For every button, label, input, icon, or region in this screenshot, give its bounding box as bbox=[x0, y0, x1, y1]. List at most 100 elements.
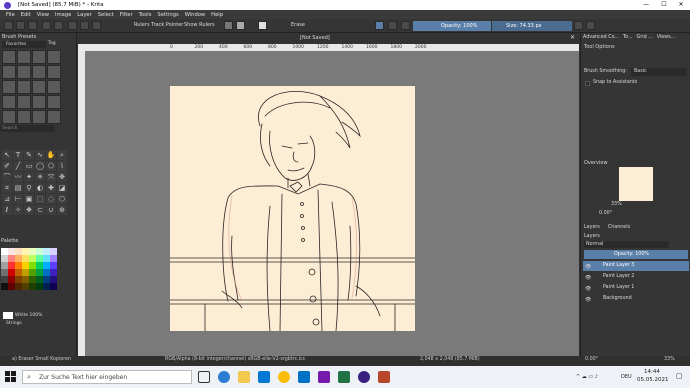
size-slider[interactable]: Size: 74.33 px bbox=[492, 21, 572, 31]
fill-tool-icon[interactable]: ◪ bbox=[57, 183, 67, 193]
open-document-icon[interactable] bbox=[16, 21, 25, 30]
pattern-swatch-icon[interactable] bbox=[236, 21, 245, 30]
freehand-path-icon[interactable]: 〰 bbox=[13, 172, 23, 182]
rect-select-icon[interactable]: ⬚ bbox=[35, 194, 45, 204]
layer-blend-mode-select[interactable]: Normal bbox=[584, 241, 669, 248]
menu-edit[interactable]: Edit bbox=[21, 12, 31, 18]
polyline-tool-icon[interactable]: ⌇ bbox=[57, 161, 67, 171]
status-rotation[interactable]: 0.00° bbox=[585, 357, 598, 362]
reference-images-icon[interactable]: ▣ bbox=[24, 194, 34, 204]
ellipse-select-icon[interactable]: ◌ bbox=[46, 194, 56, 204]
brush-preset-item[interactable] bbox=[17, 95, 31, 109]
close-button[interactable]: ✕ bbox=[673, 0, 689, 10]
palette-swatch[interactable] bbox=[43, 248, 50, 255]
overview-thumbnail[interactable] bbox=[619, 167, 653, 201]
menu-help[interactable]: Help bbox=[211, 12, 223, 18]
multibrush-icon[interactable]: ✳ bbox=[35, 172, 45, 182]
polygon-tool-icon[interactable]: ⬠ bbox=[46, 161, 56, 171]
palette-swatch[interactable] bbox=[15, 276, 22, 283]
language-indicator[interactable]: DEU bbox=[621, 374, 632, 380]
similar-select-icon[interactable]: ❖ bbox=[24, 205, 34, 215]
tag-button[interactable]: Tag bbox=[48, 41, 56, 46]
palette-swatch[interactable] bbox=[15, 255, 22, 262]
palette-swatch[interactable] bbox=[15, 283, 22, 290]
windows-start-icon[interactable] bbox=[5, 371, 16, 382]
rulers-track-pointer-toggle[interactable]: Rulers Track Pointer bbox=[134, 22, 183, 28]
palette-swatch[interactable] bbox=[50, 269, 57, 276]
brush-preset-item[interactable] bbox=[17, 80, 31, 94]
select-shapes-icon[interactable]: ↖ bbox=[2, 150, 12, 160]
menu-tools[interactable]: Tools bbox=[139, 12, 152, 18]
palette-swatch[interactable] bbox=[22, 269, 29, 276]
menu-file[interactable]: File bbox=[6, 12, 15, 18]
layer-row-paint-layer-3[interactable]: Paint Layer 3 bbox=[583, 261, 689, 271]
palette-swatch[interactable] bbox=[8, 276, 15, 283]
tab-views[interactable]: Views... bbox=[655, 33, 677, 43]
menu-image[interactable]: Image bbox=[55, 12, 71, 18]
palette-swatch[interactable] bbox=[36, 248, 43, 255]
opacity-slider[interactable]: Opacity: 100% bbox=[413, 21, 491, 31]
brush-preset-icon[interactable] bbox=[258, 21, 267, 30]
brush-preset-item[interactable] bbox=[2, 65, 16, 79]
brush-preset-item[interactable] bbox=[47, 80, 61, 94]
palette-swatch[interactable] bbox=[1, 269, 8, 276]
freehand-select-icon[interactable]: ℓ bbox=[2, 205, 12, 215]
palette-swatch[interactable] bbox=[29, 262, 36, 269]
palette-swatch[interactable] bbox=[8, 262, 15, 269]
lock-icon[interactable] bbox=[401, 21, 410, 30]
palette-swatch[interactable] bbox=[1, 255, 8, 262]
clock-date[interactable]: 05.05.2021 bbox=[637, 377, 669, 383]
visibility-eye-icon[interactable]: 👁 bbox=[585, 275, 591, 281]
brush-preset-item[interactable] bbox=[32, 80, 46, 94]
visibility-eye-icon[interactable]: 👁 bbox=[585, 297, 591, 303]
fill-gradient-icon[interactable] bbox=[224, 21, 233, 30]
brush-search-input[interactable]: Search bbox=[0, 125, 55, 132]
minimize-button[interactable]: — bbox=[638, 0, 654, 10]
visibility-eye-icon[interactable]: 👁 bbox=[585, 264, 591, 270]
overview-rotation[interactable]: 0.00° bbox=[599, 211, 612, 216]
palette-swatch[interactable] bbox=[8, 248, 15, 255]
palette-swatch[interactable] bbox=[1, 283, 8, 290]
tab-advanced-color[interactable]: Advanced Co... bbox=[581, 33, 621, 43]
assistant-tool-icon[interactable]: ⊿ bbox=[2, 194, 12, 204]
rectangle-tool-icon[interactable]: ▭ bbox=[24, 161, 34, 171]
pan-icon[interactable]: ✋ bbox=[46, 150, 56, 160]
palette-swatch[interactable] bbox=[29, 269, 36, 276]
taskbar-search-input[interactable]: Zur Suche Text hier eingeben bbox=[22, 370, 192, 384]
powerpoint-icon[interactable] bbox=[378, 371, 390, 383]
measure-icon[interactable]: ⊢ bbox=[13, 194, 23, 204]
palette-swatch[interactable] bbox=[29, 248, 36, 255]
mirror-vertical-icon[interactable] bbox=[586, 21, 595, 30]
palette-swatch[interactable] bbox=[1, 276, 8, 283]
store-icon[interactable] bbox=[258, 371, 270, 383]
brush-preset-item[interactable] bbox=[32, 65, 46, 79]
bezier-tool-icon[interactable]: ⌒ bbox=[2, 172, 12, 182]
edit-shapes-icon[interactable]: ✎ bbox=[24, 150, 34, 160]
status-zoom[interactable]: 33% bbox=[664, 357, 675, 362]
mirror-horizontal-icon[interactable] bbox=[574, 21, 583, 30]
move-icon[interactable]: ✥ bbox=[57, 172, 67, 182]
krita-icon[interactable] bbox=[358, 371, 370, 383]
menu-settings[interactable]: Settings bbox=[157, 12, 178, 18]
tab-layers[interactable]: Layers bbox=[584, 225, 600, 234]
palette-swatch[interactable] bbox=[29, 255, 36, 262]
palette-swatch[interactable] bbox=[1, 248, 8, 255]
tab-tool[interactable]: To... bbox=[621, 33, 635, 43]
palette-swatch[interactable] bbox=[1, 262, 8, 269]
brush-preset-item[interactable] bbox=[47, 65, 61, 79]
freehand-brush-icon[interactable]: ✐ bbox=[2, 161, 12, 171]
palette-swatch[interactable] bbox=[36, 283, 43, 290]
layer-row-paint-layer-1[interactable]: Paint Layer 1 bbox=[583, 283, 689, 293]
tray-icons[interactable]: ^ ☁ ▭ ♪ bbox=[576, 374, 598, 380]
palette-swatch[interactable] bbox=[50, 262, 57, 269]
drawing-canvas[interactable] bbox=[169, 86, 416, 332]
save-icon[interactable] bbox=[28, 21, 37, 30]
brush-preset-item[interactable] bbox=[2, 110, 16, 124]
calligraphy-icon[interactable]: ∿ bbox=[35, 150, 45, 160]
chrome-icon[interactable] bbox=[278, 371, 290, 383]
clock-time[interactable]: 14:44 bbox=[644, 369, 660, 375]
palette-swatch[interactable] bbox=[43, 283, 50, 290]
palette-swatch[interactable] bbox=[43, 269, 50, 276]
palette-swatch[interactable] bbox=[36, 269, 43, 276]
colorize-mask-icon[interactable]: ◐ bbox=[35, 183, 45, 193]
